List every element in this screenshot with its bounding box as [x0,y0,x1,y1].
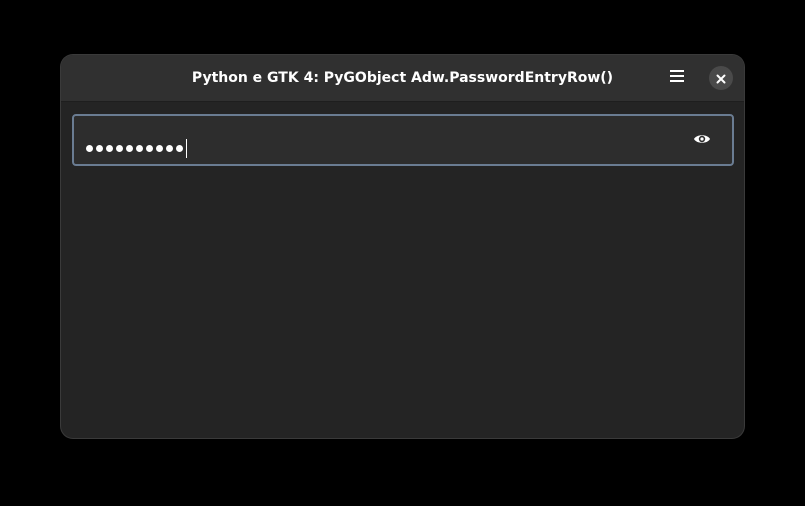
hamburger-menu-icon [669,68,685,88]
main-menu-button[interactable] [665,66,689,90]
password-dot [146,144,153,152]
password-dot [136,144,143,152]
password-dot [156,144,163,152]
show-password-button[interactable] [690,128,714,152]
password-entry-row[interactable] [72,114,734,166]
headerbar: Python e GTK 4: PyGObject Adw.PasswordEn… [61,55,744,102]
text-cursor [186,138,187,158]
password-dot [126,144,133,152]
password-dot [176,144,183,152]
password-dot [86,144,93,152]
window-content [61,102,744,438]
app-window: Python e GTK 4: PyGObject Adw.PasswordEn… [61,55,744,438]
masked-password [86,141,186,156]
password-dot [106,144,113,152]
window-title: Python e GTK 4: PyGObject Adw.PasswordEn… [191,70,614,86]
password-field[interactable] [86,138,187,158]
eye-icon [693,131,711,150]
password-dot [166,144,173,152]
close-button[interactable] [709,66,733,90]
password-dot [96,144,103,152]
password-dot [116,144,123,152]
close-icon [716,69,726,88]
